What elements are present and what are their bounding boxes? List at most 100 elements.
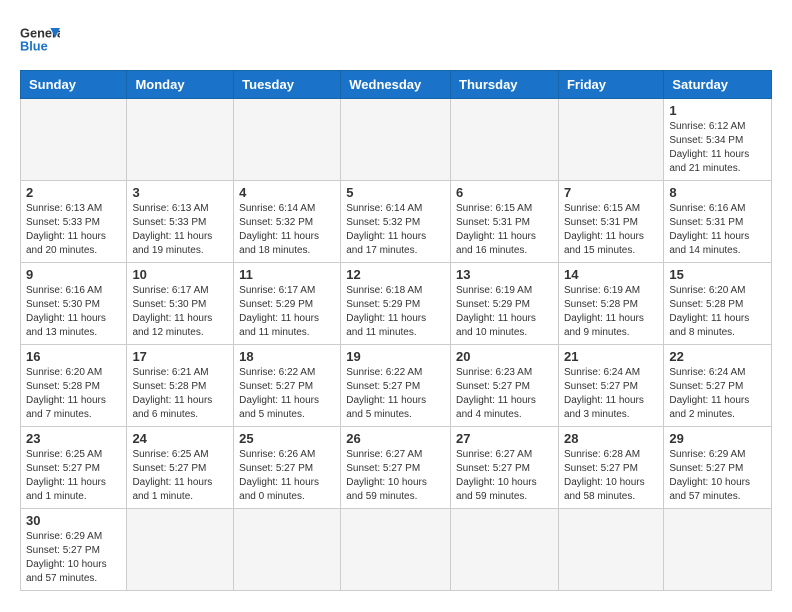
day-info: Sunrise: 6:17 AM Sunset: 5:30 PM Dayligh…	[132, 284, 228, 340]
day-number: 3	[132, 185, 228, 200]
day-number: 17	[132, 349, 228, 364]
calendar-cell	[234, 99, 341, 181]
calendar-cell	[234, 509, 341, 591]
day-number: 1	[669, 103, 766, 118]
day-number: 2	[26, 185, 121, 200]
day-info: Sunrise: 6:14 AM Sunset: 5:32 PM Dayligh…	[346, 202, 445, 258]
calendar-cell: 27 Sunrise: 6:27 AM Sunset: 5:27 PM Dayli…	[451, 427, 559, 509]
calendar-cell	[21, 99, 127, 181]
day-number: 25	[239, 431, 335, 446]
calendar-cell: 24 Sunrise: 6:25 AM Sunset: 5:27 PM Dayli…	[127, 427, 234, 509]
day-info: Sunrise: 6:22 AM Sunset: 5:27 PM Dayligh…	[239, 366, 335, 422]
day-info: Sunrise: 6:22 AM Sunset: 5:27 PM Dayligh…	[346, 366, 445, 422]
calendar-cell: 9 Sunrise: 6:16 AM Sunset: 5:30 PM Daylig…	[21, 263, 127, 345]
calendar-week-2: 2 Sunrise: 6:13 AM Sunset: 5:33 PM Daylig…	[21, 181, 772, 263]
calendar-cell	[664, 509, 772, 591]
day-info: Sunrise: 6:27 AM Sunset: 5:27 PM Dayligh…	[456, 448, 553, 504]
calendar-cell: 13Sunrise: 6:19 AM Sunset: 5:29 PM Dayli…	[451, 263, 559, 345]
calendar-cell: 29Sunrise: 6:29 AM Sunset: 5:27 PM Dayli…	[664, 427, 772, 509]
day-info: Sunrise: 6:24 AM Sunset: 5:27 PM Dayligh…	[669, 366, 766, 422]
day-info: Sunrise: 6:14 AM Sunset: 5:32 PM Dayligh…	[239, 202, 335, 258]
calendar-cell	[558, 509, 663, 591]
day-info: Sunrise: 6:13 AM Sunset: 5:33 PM Dayligh…	[132, 202, 228, 258]
calendar-cell	[127, 99, 234, 181]
day-number: 14	[564, 267, 658, 282]
day-number: 26	[346, 431, 445, 446]
day-info: Sunrise: 6:15 AM Sunset: 5:31 PM Dayligh…	[564, 202, 658, 258]
calendar-cell: 30 Sunrise: 6:29 AM Sunset: 5:27 PM Dayli…	[21, 509, 127, 591]
day-info: Sunrise: 6:16 AM Sunset: 5:31 PM Dayligh…	[669, 202, 766, 258]
day-header-friday: Friday	[558, 71, 663, 99]
calendar-cell: 3 Sunrise: 6:13 AM Sunset: 5:33 PM Daylig…	[127, 181, 234, 263]
day-number: 24	[132, 431, 228, 446]
day-info: Sunrise: 6:12 AM Sunset: 5:34 PM Dayligh…	[669, 120, 766, 176]
day-number: 23	[26, 431, 121, 446]
day-info: Sunrise: 6:25 AM Sunset: 5:27 PM Dayligh…	[132, 448, 228, 504]
calendar-cell: 20Sunrise: 6:23 AM Sunset: 5:27 PM Dayli…	[451, 345, 559, 427]
day-number: 28	[564, 431, 658, 446]
calendar-cell: 18 Sunrise: 6:22 AM Sunset: 5:27 PM Dayli…	[234, 345, 341, 427]
calendar-cell: 4 Sunrise: 6:14 AM Sunset: 5:32 PM Daylig…	[234, 181, 341, 263]
calendar-week-6: 30 Sunrise: 6:29 AM Sunset: 5:27 PM Dayli…	[21, 509, 772, 591]
day-number: 20	[456, 349, 553, 364]
calendar-cell: 14 Sunrise: 6:19 AM Sunset: 5:28 PM Dayli…	[558, 263, 663, 345]
calendar-cell: 23 Sunrise: 6:25 AM Sunset: 5:27 PM Dayli…	[21, 427, 127, 509]
calendar-cell	[341, 509, 451, 591]
calendar-cell	[558, 99, 663, 181]
calendar-cell: 28Sunrise: 6:28 AM Sunset: 5:27 PM Dayli…	[558, 427, 663, 509]
day-number: 4	[239, 185, 335, 200]
calendar-week-1: 1 Sunrise: 6:12 AM Sunset: 5:34 PM Daylig…	[21, 99, 772, 181]
calendar-week-5: 23 Sunrise: 6:25 AM Sunset: 5:27 PM Dayli…	[21, 427, 772, 509]
calendar-cell	[451, 509, 559, 591]
calendar-cell: 16 Sunrise: 6:20 AM Sunset: 5:28 PM Dayli…	[21, 345, 127, 427]
calendar-cell: 7 Sunrise: 6:15 AM Sunset: 5:31 PM Daylig…	[558, 181, 663, 263]
calendar-cell: 11Sunrise: 6:17 AM Sunset: 5:29 PM Dayli…	[234, 263, 341, 345]
day-number: 16	[26, 349, 121, 364]
day-info: Sunrise: 6:19 AM Sunset: 5:29 PM Dayligh…	[456, 284, 553, 340]
day-info: Sunrise: 6:15 AM Sunset: 5:31 PM Dayligh…	[456, 202, 553, 258]
day-info: Sunrise: 6:17 AM Sunset: 5:29 PM Dayligh…	[239, 284, 335, 340]
day-number: 5	[346, 185, 445, 200]
day-header-monday: Monday	[127, 71, 234, 99]
calendar-cell	[127, 509, 234, 591]
calendar-cell: 15 Sunrise: 6:20 AM Sunset: 5:28 PM Dayli…	[664, 263, 772, 345]
day-info: Sunrise: 6:29 AM Sunset: 5:27 PM Dayligh…	[26, 530, 121, 586]
day-header-wednesday: Wednesday	[341, 71, 451, 99]
day-header-saturday: Saturday	[664, 71, 772, 99]
day-info: Sunrise: 6:13 AM Sunset: 5:33 PM Dayligh…	[26, 202, 121, 258]
day-info: Sunrise: 6:20 AM Sunset: 5:28 PM Dayligh…	[669, 284, 766, 340]
day-number: 18	[239, 349, 335, 364]
calendar-cell: 22 Sunrise: 6:24 AM Sunset: 5:27 PM Dayli…	[664, 345, 772, 427]
day-number: 29	[669, 431, 766, 446]
calendar-week-3: 9 Sunrise: 6:16 AM Sunset: 5:30 PM Daylig…	[21, 263, 772, 345]
day-number: 30	[26, 513, 121, 528]
day-info: Sunrise: 6:20 AM Sunset: 5:28 PM Dayligh…	[26, 366, 121, 422]
calendar-cell: 10 Sunrise: 6:17 AM Sunset: 5:30 PM Dayli…	[127, 263, 234, 345]
calendar-week-4: 16 Sunrise: 6:20 AM Sunset: 5:28 PM Dayli…	[21, 345, 772, 427]
day-number: 9	[26, 267, 121, 282]
day-info: Sunrise: 6:21 AM Sunset: 5:28 PM Dayligh…	[132, 366, 228, 422]
calendar-cell: 12Sunrise: 6:18 AM Sunset: 5:29 PM Dayli…	[341, 263, 451, 345]
day-info: Sunrise: 6:25 AM Sunset: 5:27 PM Dayligh…	[26, 448, 121, 504]
day-number: 7	[564, 185, 658, 200]
calendar-cell: 5 Sunrise: 6:14 AM Sunset: 5:32 PM Daylig…	[341, 181, 451, 263]
day-info: Sunrise: 6:16 AM Sunset: 5:30 PM Dayligh…	[26, 284, 121, 340]
calendar-cell: 2 Sunrise: 6:13 AM Sunset: 5:33 PM Daylig…	[21, 181, 127, 263]
calendar-cell: 17 Sunrise: 6:21 AM Sunset: 5:28 PM Dayli…	[127, 345, 234, 427]
day-info: Sunrise: 6:19 AM Sunset: 5:28 PM Dayligh…	[564, 284, 658, 340]
calendar-cell: 8 Sunrise: 6:16 AM Sunset: 5:31 PM Daylig…	[664, 181, 772, 263]
day-number: 6	[456, 185, 553, 200]
logo: General Blue	[20, 20, 60, 60]
day-number: 21	[564, 349, 658, 364]
calendar-cell: 25 Sunrise: 6:26 AM Sunset: 5:27 PM Dayli…	[234, 427, 341, 509]
header: General Blue	[20, 20, 772, 60]
day-number: 15	[669, 267, 766, 282]
day-number: 22	[669, 349, 766, 364]
day-number: 27	[456, 431, 553, 446]
calendar-cell	[341, 99, 451, 181]
day-number: 10	[132, 267, 228, 282]
day-number: 8	[669, 185, 766, 200]
calendar-cell: 21Sunrise: 6:24 AM Sunset: 5:27 PM Dayli…	[558, 345, 663, 427]
logo-icon: General Blue	[20, 20, 60, 60]
day-info: Sunrise: 6:26 AM Sunset: 5:27 PM Dayligh…	[239, 448, 335, 504]
